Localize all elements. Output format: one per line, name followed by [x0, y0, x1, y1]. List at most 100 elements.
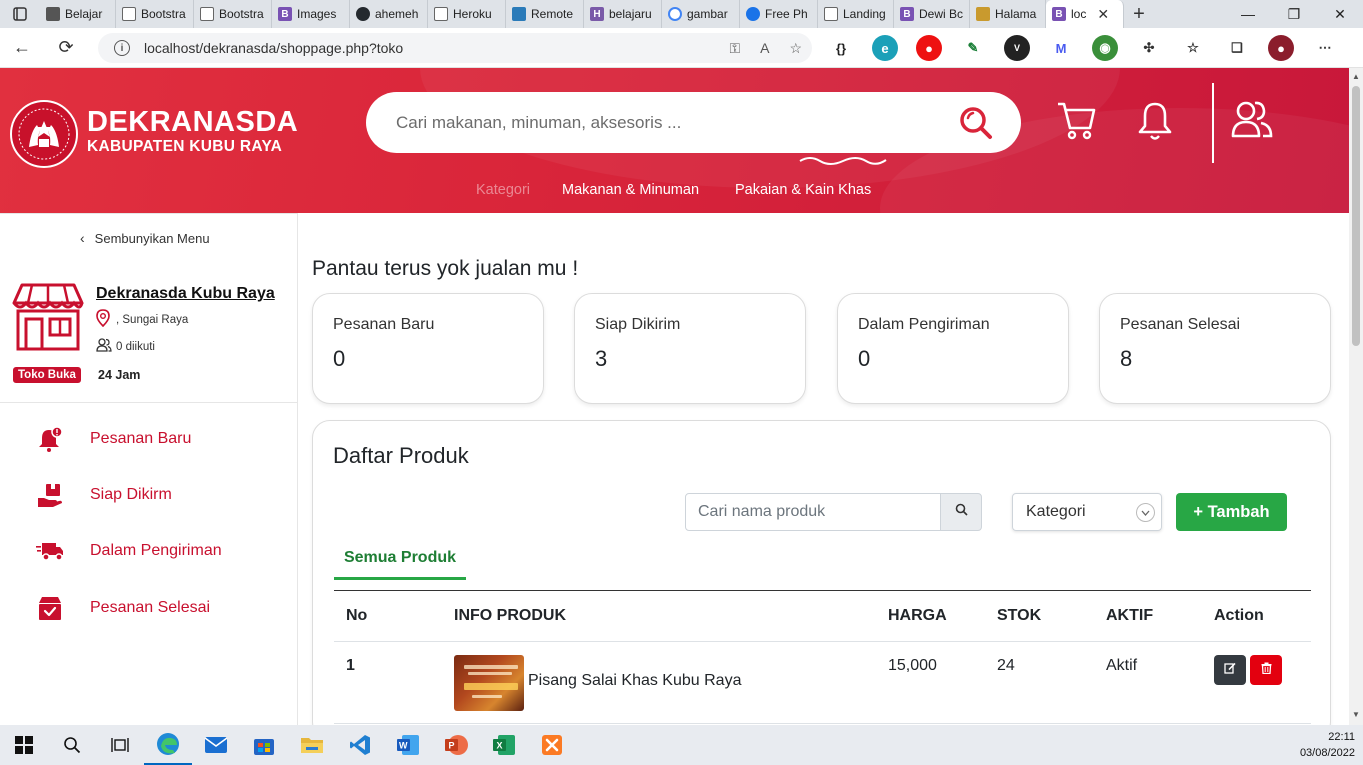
m-extension-icon[interactable]: M	[1048, 35, 1074, 61]
browser-tab[interactable]: B Images	[272, 0, 350, 28]
product-search-input[interactable]	[685, 493, 941, 531]
taskbar-search-icon[interactable]	[48, 725, 96, 765]
adblock-extension-icon[interactable]: ●	[916, 35, 942, 61]
cart-icon[interactable]	[1056, 100, 1098, 147]
column-header-action[interactable]: Action	[1214, 607, 1264, 625]
store-name-link[interactable]: Dekranasda Kubu Raya	[96, 285, 275, 303]
browser-tab[interactable]: Halama	[970, 0, 1046, 28]
column-header-no[interactable]: No	[346, 607, 367, 625]
column-header-stok[interactable]: STOK	[997, 607, 1041, 625]
sidebar-item-siap-dikirim[interactable]: Siap Dikirm	[36, 481, 172, 509]
column-header-info-produk[interactable]: INFO PRODUK	[454, 607, 566, 625]
close-tab-icon[interactable]: ✕	[1097, 6, 1109, 23]
stat-card-pesanan-selesai[interactable]: Pesanan Selesai 8	[1099, 293, 1331, 404]
globe-extension-icon[interactable]: ◉	[1092, 35, 1118, 61]
windows-start-icon[interactable]	[0, 725, 48, 765]
bell-icon[interactable]	[1136, 100, 1174, 147]
browser-tab[interactable]: Remote	[506, 0, 584, 28]
json-extension-icon[interactable]: {}	[828, 35, 854, 61]
tab-label: Landing	[843, 7, 886, 21]
search-icon[interactable]	[959, 106, 993, 145]
tab-favicon-icon	[434, 7, 448, 21]
add-product-button[interactable]: + Tambah	[1176, 493, 1287, 531]
scroll-up-icon[interactable]: ▲	[1352, 72, 1360, 81]
browser-tab[interactable]: ahemeh	[350, 0, 428, 28]
tab-label: Bootstra	[219, 7, 264, 21]
stat-card-dalam-pengiriman[interactable]: Dalam Pengiriman 0	[837, 293, 1069, 404]
sidebar-item-pesanan-selesai[interactable]: Pesanan Selesai	[36, 594, 210, 622]
task-view-icon[interactable]	[96, 725, 144, 765]
word-taskbar-icon[interactable]: W	[384, 725, 432, 765]
collections-icon[interactable]: ❏	[1224, 35, 1250, 61]
browser-tab[interactable]: B Dewi Bc	[894, 0, 970, 28]
browser-tab[interactable]: Heroku	[428, 0, 506, 28]
vpn-extension-icon[interactable]: V	[1004, 35, 1030, 61]
more-menu-icon[interactable]: ⋯	[1312, 35, 1338, 61]
delete-button[interactable]	[1250, 655, 1282, 685]
puzzle-extensions-icon[interactable]: ✣	[1136, 35, 1162, 61]
product-search-button[interactable]	[940, 493, 982, 531]
browser-tab-active[interactable]: Bloc ✕	[1046, 0, 1124, 28]
sidebar-item-dalam-pengiriman[interactable]: Dalam Pengiriman	[36, 537, 222, 565]
maximize-icon[interactable]: ❐	[1271, 0, 1317, 28]
sidebar-item-pesanan-baru[interactable]: Pesanan Baru	[36, 425, 191, 453]
dekranasda-logo-icon[interactable]	[10, 100, 78, 168]
nav-kategori[interactable]: Kategori	[476, 182, 530, 198]
excel-taskbar-icon[interactable]: X	[480, 725, 528, 765]
browser-tab[interactable]: Bootstra	[194, 0, 272, 28]
back-arrow-icon[interactable]: ←	[0, 28, 44, 68]
users-icon[interactable]	[1230, 98, 1274, 145]
svg-text:P: P	[449, 741, 455, 751]
browser-tab[interactable]: Hbelajaru	[584, 0, 662, 28]
stat-card-pesanan-baru[interactable]: Pesanan Baru 0	[312, 293, 544, 404]
store-location-text: , Sungai Raya	[116, 313, 189, 326]
new-tab-button[interactable]: +	[1124, 3, 1154, 26]
favorite-star-icon[interactable]: ☆	[789, 40, 802, 57]
edge-extension-icon[interactable]: e	[872, 35, 898, 61]
hide-menu-button[interactable]: ‹ Sembunyikan Menu	[80, 230, 210, 246]
browser-tab[interactable]: Belajar	[40, 0, 116, 28]
favorites-icon[interactable]: ☆	[1180, 35, 1206, 61]
tab-semua-produk[interactable]: Semua Produk	[334, 549, 466, 580]
eyedropper-extension-icon[interactable]: ✎	[960, 35, 986, 61]
profile-avatar[interactable]: ●	[1268, 35, 1294, 61]
product-list-title: Daftar Produk	[333, 443, 469, 468]
minimize-icon[interactable]: —	[1225, 0, 1271, 28]
stat-card-siap-dikirim[interactable]: Siap Dikirim 3	[574, 293, 806, 404]
tab-favicon-icon	[46, 7, 60, 21]
mail-taskbar-icon[interactable]	[192, 725, 240, 765]
store-followers: 0 diikuti	[96, 338, 155, 355]
browser-tab[interactable]: Landing	[818, 0, 894, 28]
category-select[interactable]: Kategori	[1012, 493, 1162, 531]
taskbar-clock[interactable]: 22:11 03/08/2022	[1300, 729, 1355, 761]
file-explorer-taskbar-icon[interactable]	[288, 725, 336, 765]
browser-tab[interactable]: Bootstra	[116, 0, 194, 28]
column-header-harga[interactable]: HARGA	[888, 607, 947, 625]
browser-tab[interactable]: gambar	[662, 0, 740, 28]
nav-pakaian-kain[interactable]: Pakaian & Kain Khas	[735, 182, 871, 198]
scrollbar-thumb[interactable]	[1352, 86, 1360, 346]
edge-taskbar-icon[interactable]	[144, 725, 192, 765]
scroll-down-icon[interactable]: ▼	[1352, 710, 1360, 719]
close-window-icon[interactable]: ✕	[1317, 0, 1363, 28]
edit-button[interactable]	[1214, 655, 1246, 685]
chevron-left-icon: ‹	[80, 230, 85, 246]
tab-actions-icon[interactable]	[0, 0, 40, 28]
page-scrollbar[interactable]: ▲ ▼	[1349, 68, 1363, 725]
product-thumbnail-image[interactable]	[454, 655, 524, 711]
column-header-aktif[interactable]: AKTIF	[1106, 607, 1153, 625]
read-aloud-icon[interactable]: A	[760, 40, 769, 57]
info-icon[interactable]: i	[114, 40, 130, 56]
key-icon[interactable]: ⚿	[729, 40, 740, 57]
reload-icon[interactable]: ⟳	[44, 28, 88, 68]
nav-makanan-minuman[interactable]: Makanan & Minuman	[562, 182, 699, 198]
powerpoint-taskbar-icon[interactable]: P	[432, 725, 480, 765]
xampp-taskbar-icon[interactable]	[528, 725, 576, 765]
bell-alert-icon	[36, 425, 64, 453]
browser-tab[interactable]: Free Ph	[740, 0, 818, 28]
google-favicon-icon	[668, 7, 682, 21]
url-field[interactable]: i localhost/dekranasda/shoppage.php?toko…	[98, 33, 812, 63]
vscode-taskbar-icon[interactable]	[336, 725, 384, 765]
header-search-input[interactable]	[396, 112, 936, 133]
store-taskbar-icon[interactable]	[240, 725, 288, 765]
